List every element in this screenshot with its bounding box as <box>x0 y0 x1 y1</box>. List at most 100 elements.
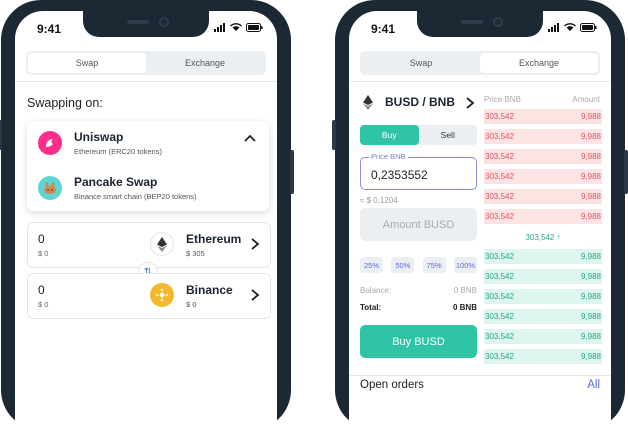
percent-75-button[interactable]: 75% <box>422 257 446 273</box>
from-token-usd: $ 305 <box>186 249 205 258</box>
phone-side-button <box>624 150 628 194</box>
price-input-label: Price BNB <box>369 152 408 161</box>
price-input[interactable]: Price BNB 0,2353552 <box>360 152 477 190</box>
order-price: 303,542 <box>485 192 514 201</box>
status-time: 9:41 <box>37 22 62 36</box>
order-amount: 9,988 <box>580 212 601 221</box>
phone-side-button <box>0 120 2 150</box>
swap-screen: 9:41 Swap Exchange Swapping on: Uniswap … <box>15 11 277 430</box>
order-amount: 9,988 <box>580 192 601 201</box>
sell-order-row[interactable]: 303,542 9,988 <box>484 149 602 164</box>
order-price: 303,542 <box>485 252 514 261</box>
segmented-tabs: Swap Exchange <box>360 51 600 75</box>
order-price: 303,542 <box>485 292 514 301</box>
order-amount: 9,988 <box>580 132 601 141</box>
open-orders-divider <box>349 375 611 376</box>
order-price: 303,542 <box>485 332 514 341</box>
order-amount: 9,988 <box>580 332 601 341</box>
sell-order-row[interactable]: 303,542 9,988 <box>484 109 602 124</box>
from-amount-input[interactable]: 0 <box>38 232 45 246</box>
buy-sell-toggle: Buy Sell <box>360 125 477 145</box>
amount-input[interactable]: Amount BUSD <box>360 208 477 241</box>
pancakeswap-icon <box>38 176 62 200</box>
tab-swap[interactable]: Swap <box>28 53 146 73</box>
battery-icon <box>580 23 597 32</box>
buy-busd-button[interactable]: Buy BUSD <box>360 325 477 358</box>
buy-order-row[interactable]: 303,542 9,988 <box>484 289 602 304</box>
segmented-tabs: Swap Exchange <box>26 51 266 75</box>
balance-row: Balance: 0 BNB <box>360 286 477 295</box>
order-amount: 9,988 <box>580 272 601 281</box>
dex-subtitle: Ethereum (ERC20 tokens) <box>74 147 162 156</box>
status-icons <box>214 23 263 32</box>
order-price: 303,542 <box>485 272 514 281</box>
chevron-right-icon[interactable] <box>250 237 260 251</box>
buy-tab[interactable]: Buy <box>360 125 419 145</box>
buy-order-row[interactable]: 303,542 9,988 <box>484 249 602 264</box>
pair-name: BUSD / BNB <box>385 95 456 109</box>
order-price: 303,542 <box>485 152 514 161</box>
ethereum-icon <box>150 232 174 256</box>
order-price: 303,542 <box>485 132 514 141</box>
buy-order-row[interactable]: 303,542 9,988 <box>484 329 602 344</box>
sell-order-row[interactable]: 303,542 9,988 <box>484 189 602 204</box>
signal-icon <box>548 23 559 32</box>
dex-option-pancake[interactable]: Pancake Swap Binance smart chain (BEP20 … <box>27 166 269 208</box>
uniswap-icon <box>38 131 62 155</box>
dex-option-uniswap[interactable]: Uniswap Ethereum (ERC20 tokens) <box>27 121 269 163</box>
exchange-screen: 9:41 Swap Exchange BUSD / BNB Price BNB … <box>349 11 611 430</box>
tab-exchange[interactable]: Exchange <box>146 53 264 73</box>
balance-label: Balance: <box>360 286 392 295</box>
dex-subtitle: Binance smart chain (BEP20 tokens) <box>74 192 197 201</box>
tab-exchange[interactable]: Exchange <box>480 53 598 73</box>
order-amount: 9,988 <box>580 152 601 161</box>
status-bar: 9:41 <box>349 11 611 43</box>
order-price: 303,542 <box>485 352 514 361</box>
from-amount-usd: $ 0 <box>38 249 49 258</box>
order-amount: 9,988 <box>580 292 601 301</box>
buy-orders: 303,542 9,988 303,542 9,988 303,542 9,988 3… <box>484 249 602 369</box>
to-amount-input[interactable]: 0 <box>38 283 45 297</box>
percent-50-button[interactable]: 50% <box>391 257 415 273</box>
from-token-name: Ethereum <box>186 232 242 246</box>
status-icons <box>548 23 597 32</box>
order-price: 303,542 <box>485 312 514 321</box>
buy-order-row[interactable]: 303,542 9,988 <box>484 309 602 324</box>
signal-icon <box>214 23 225 32</box>
total-label: Total: <box>360 303 382 312</box>
sell-order-row[interactable]: 303,542 9,988 <box>484 209 602 224</box>
dex-name: Uniswap <box>74 130 124 144</box>
percent-100-button[interactable]: 100% <box>453 257 477 273</box>
order-amount: 9,988 <box>580 312 601 321</box>
chevron-up-icon[interactable] <box>243 133 257 143</box>
sell-tab[interactable]: Sell <box>419 125 478 145</box>
order-amount: 9,988 <box>580 352 601 361</box>
total-value: 0 BNB <box>452 303 477 312</box>
swap-to-box[interactable]: 0 $ 0 Binance $ 0 <box>27 273 271 319</box>
to-token-usd: $ 0 <box>186 300 197 309</box>
wifi-icon <box>230 23 242 31</box>
dex-name: Pancake Swap <box>74 175 158 189</box>
balance-value: 0 BNB <box>453 286 477 295</box>
buy-order-row[interactable]: 303,542 9,988 <box>484 269 602 284</box>
phone-side-button <box>290 150 294 194</box>
order-amount: 9,988 <box>580 112 601 121</box>
wifi-icon <box>564 23 576 31</box>
dex-dropdown[interactable]: Uniswap Ethereum (ERC20 tokens) Pancake … <box>27 121 269 211</box>
order-price: 303,542 <box>485 212 514 221</box>
buy-order-row[interactable]: 303,542 9,988 <box>484 349 602 364</box>
total-row: Total: 0 BNB <box>360 303 477 312</box>
open-orders-all-link[interactable]: All <box>587 379 600 391</box>
chevron-right-icon[interactable] <box>250 288 260 302</box>
header-divider <box>15 81 277 82</box>
tab-swap[interactable]: Swap <box>362 53 480 73</box>
price-input-value: 0,2353552 <box>371 168 428 182</box>
sell-order-row[interactable]: 303,542 9,988 <box>484 129 602 144</box>
sell-order-row[interactable]: 303,542 9,988 <box>484 169 602 184</box>
pair-selector[interactable]: BUSD / BNB <box>359 93 475 111</box>
phone-exchange: 9:41 Swap Exchange BUSD / BNB Price BNB … <box>332 0 628 430</box>
percent-25-button[interactable]: 25% <box>360 257 383 273</box>
percent-buttons: 25% 50% 75% 100% <box>360 257 477 273</box>
status-bar: 9:41 <box>15 11 277 43</box>
battery-icon <box>246 23 263 32</box>
